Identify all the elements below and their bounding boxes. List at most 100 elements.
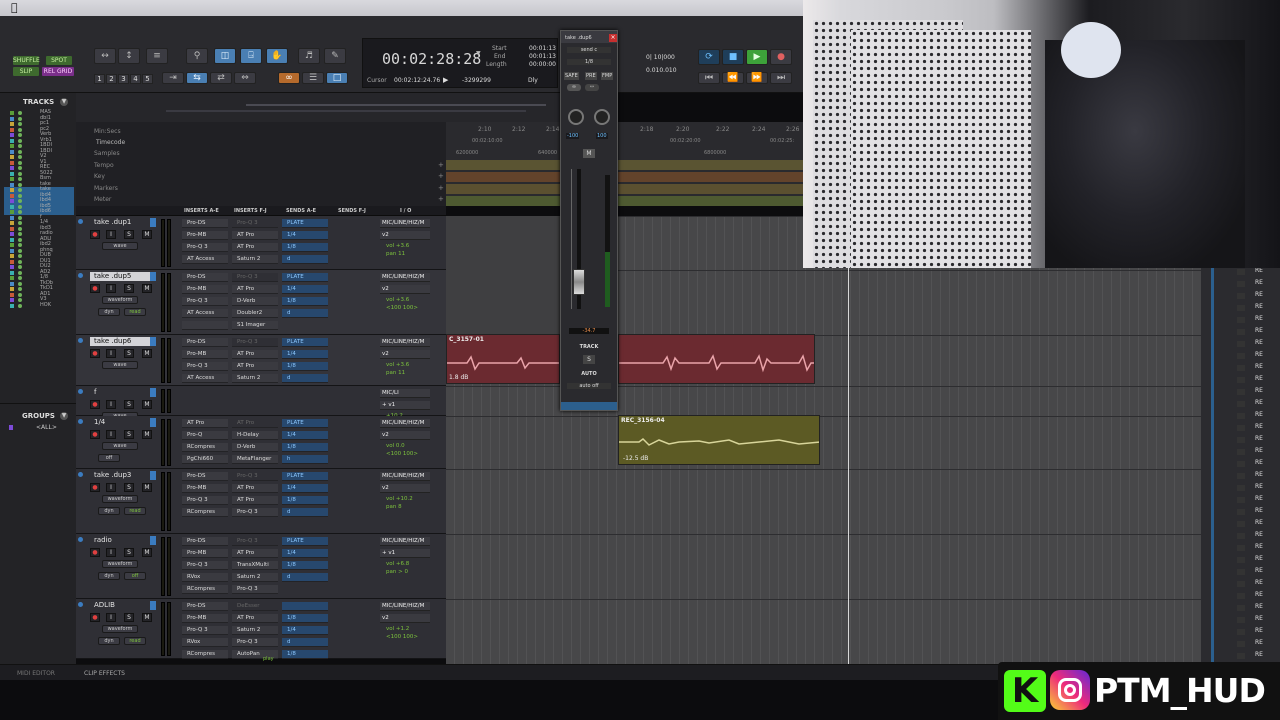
insert-slot[interactable]: Pro-DS: [182, 472, 228, 481]
automation-view-select[interactable]: dyn: [98, 572, 120, 580]
send-slot[interactable]: 1/4: [282, 626, 328, 635]
slip-mode-button[interactable]: SLIP: [13, 67, 39, 76]
pan-value[interactable]: <100 100>: [386, 451, 418, 457]
record-enable-row[interactable]: RE: [1255, 483, 1263, 490]
insert-slot[interactable]: AT Access: [182, 374, 228, 383]
record-enable-row[interactable]: RE: [1255, 639, 1263, 646]
insert-slot[interactable]: TransXMulti: [232, 561, 278, 570]
track-header[interactable]: take .dup6 ● I S Mwave Pro-DS Pro-MB Pro-Q 3 AT …: [76, 335, 446, 386]
automation-mode-select[interactable]: read: [124, 637, 146, 645]
track-visibility-icon[interactable]: [18, 177, 22, 181]
insert-slot[interactable]: Pro-Q 3: [232, 638, 278, 647]
track-visibility-icon[interactable]: [18, 226, 22, 231]
insert-slot[interactable]: AT Pro: [182, 419, 228, 428]
automation-mode-select[interactable]: auto off: [567, 383, 611, 389]
pre-button[interactable]: PRE: [585, 72, 597, 80]
ruler-markers[interactable]: Markers: [94, 185, 118, 192]
record-enable-row[interactable]: RE: [1255, 531, 1263, 538]
spot-mode-button[interactable]: SPOT: [46, 56, 72, 65]
track-visibility-icon[interactable]: [18, 281, 22, 286]
pan-value[interactable]: <100 100>: [386, 634, 418, 640]
ruler-samples[interactable]: Samples: [94, 150, 120, 157]
insert-slot[interactable]: Pro-DS: [182, 537, 228, 546]
send-slot[interactable]: PLATE: [282, 273, 328, 282]
mute-icon[interactable]: M: [142, 284, 152, 293]
automation-view-select[interactable]: dyn: [98, 308, 120, 316]
vertical-scrollbar[interactable]: [1211, 267, 1214, 665]
link-icon[interactable]: ∞: [567, 84, 581, 91]
track-visibility-icon[interactable]: [18, 265, 22, 269]
send-slot[interactable]: 1/8: [282, 614, 328, 623]
rewind-icon[interactable]: ⏪: [722, 72, 744, 84]
insert-slot[interactable]: Pro-Q 3: [182, 243, 228, 252]
transport-play-icon[interactable]: ▶: [746, 49, 768, 65]
zoom-preset-5[interactable]: 5: [142, 74, 153, 84]
input-monitor-icon[interactable]: I: [106, 613, 116, 622]
add-meter-icon[interactable]: +: [438, 195, 444, 203]
track-visibility-icon[interactable]: [18, 204, 22, 209]
track-visibility-icon[interactable]: [18, 232, 22, 236]
mute-icon[interactable]: M: [142, 613, 152, 622]
send-slot[interactable]: PLATE: [282, 537, 328, 546]
mute-icon[interactable]: M: [142, 349, 152, 358]
record-enable-row[interactable]: RE: [1255, 627, 1263, 634]
safe-button[interactable]: SAFE: [564, 72, 579, 80]
track-visibility-icon[interactable]: [18, 166, 22, 170]
record-enable-row[interactable]: RE: [1255, 423, 1263, 430]
track-header[interactable]: radio ● I S Mwaveform dyn off Pro-DS Pro-MB Pro-Q…: [76, 534, 446, 599]
stereo-link-icon[interactable]: ↔: [585, 84, 599, 91]
track-visibility-icon[interactable]: [18, 248, 22, 253]
record-enable-row[interactable]: RE: [1255, 651, 1263, 658]
solo-icon[interactable]: S: [124, 349, 134, 358]
automation-view-select[interactable]: dyn: [98, 507, 120, 515]
track-visibility-icon[interactable]: [18, 199, 22, 203]
insert-slot[interactable]: AT Pro: [232, 231, 278, 240]
send-solo-button[interactable]: S: [583, 355, 595, 364]
pan-value[interactable]: pan 11: [386, 251, 405, 257]
io-selector[interactable]: MIC/LINE/HIZ/M: [380, 419, 430, 428]
record-enable-row[interactable]: RE: [1255, 579, 1263, 586]
midi-editor-tab[interactable]: MIDI EDITOR: [17, 670, 55, 677]
track-header[interactable]: take .dup1 ● I S Mwave Pro-DS Pro-MB Pro-Q 3 AT …: [76, 216, 446, 270]
track-visibility-icon[interactable]: [18, 171, 22, 176]
record-enable-row[interactable]: RE: [1255, 327, 1263, 334]
apple-icon[interactable]: : [11, 1, 18, 14]
automation-view-select[interactable]: off: [98, 454, 120, 462]
send-slot[interactable]: 1/4: [282, 231, 328, 240]
io-selector[interactable]: v2: [380, 484, 430, 493]
solo-icon[interactable]: S: [124, 430, 134, 439]
record-enable-icon[interactable]: ●: [90, 613, 100, 622]
record-enable-row[interactable]: RE: [1255, 603, 1263, 610]
track-header[interactable]: take .dup5 ● I S Mwaveform dyn read Pro-DS Pro-M…: [76, 270, 446, 335]
track-view-select[interactable]: wave: [102, 361, 138, 369]
record-enable-icon[interactable]: ●: [90, 349, 100, 358]
send-slot[interactable]: 1/8: [282, 650, 328, 659]
insert-slot[interactable]: AT Pro: [232, 350, 278, 359]
record-enable-row[interactable]: RE: [1255, 447, 1263, 454]
universe-overview[interactable]: [76, 93, 560, 122]
record-enable-row[interactable]: RE: [1255, 315, 1263, 322]
send-slot[interactable]: d: [282, 309, 328, 318]
insert-slot[interactable]: AT Pro: [232, 419, 278, 428]
scrub-tool-icon[interactable]: ♬: [298, 48, 320, 64]
pan-left-value[interactable]: -100: [566, 133, 580, 139]
mute-icon[interactable]: M: [142, 548, 152, 557]
send-slot[interactable]: PLATE: [282, 472, 328, 481]
pan-knob-left[interactable]: [568, 109, 584, 125]
track-visibility-icon[interactable]: [18, 276, 22, 280]
io-selector[interactable]: + v1: [380, 549, 430, 558]
send-slot[interactable]: PLATE: [282, 338, 328, 347]
insert-slot[interactable]: Pro-Q 3: [182, 496, 228, 505]
insert-slot[interactable]: Pro-MB: [182, 484, 228, 493]
record-enable-icon[interactable]: ●: [90, 284, 100, 293]
insert-slot[interactable]: RVox: [182, 638, 228, 647]
track-visibility-icon[interactable]: [18, 243, 22, 247]
send-selector[interactable]: send c: [567, 47, 611, 53]
record-enable-row[interactable]: RE: [1255, 291, 1263, 298]
record-enable-row[interactable]: RE: [1255, 543, 1263, 550]
input-monitor-icon[interactable]: I: [106, 430, 116, 439]
insert-slot[interactable]: RCompres: [182, 585, 228, 594]
loop-playback-icon[interactable]: ⟳: [698, 49, 720, 65]
volume-value[interactable]: vol 0.0: [386, 443, 405, 449]
insert-slot[interactable]: RVox: [182, 573, 228, 582]
